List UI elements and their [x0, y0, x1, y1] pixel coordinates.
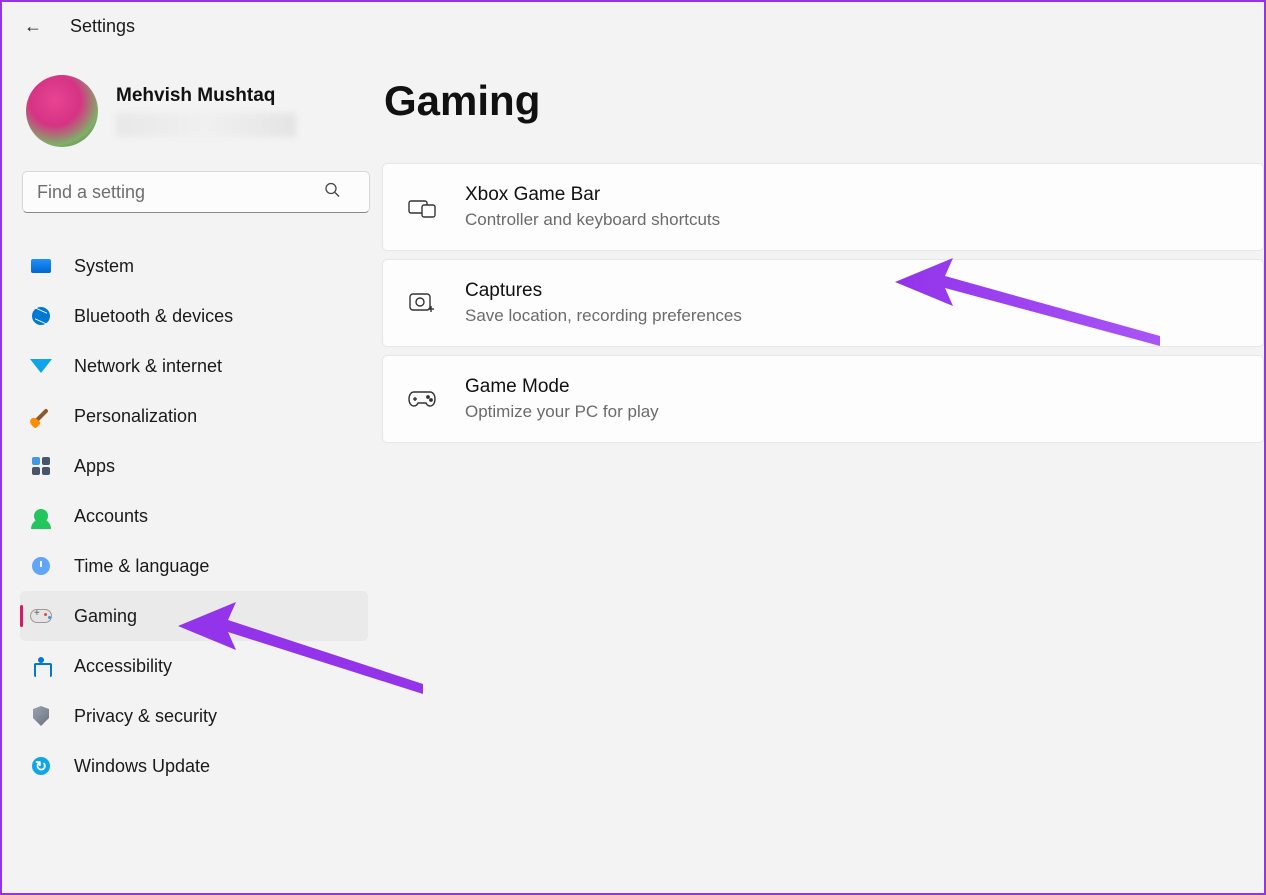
card-captures[interactable]: Captures Save location, recording prefer…	[382, 259, 1264, 347]
card-subtitle: Save location, recording preferences	[465, 306, 742, 326]
card-xbox-game-bar[interactable]: Xbox Game Bar Controller and keyboard sh…	[382, 163, 1264, 251]
sidebar-item-label: Apps	[74, 456, 115, 477]
system-icon	[30, 255, 52, 277]
back-arrow-icon[interactable]: ←	[24, 16, 42, 37]
person-icon	[30, 505, 52, 527]
sidebar-item-update[interactable]: Windows Update	[20, 741, 368, 791]
sidebar: Mehvish Mushtaq System Bluetooth & devic…	[2, 49, 382, 890]
update-icon	[30, 755, 52, 777]
search-input[interactable]	[22, 171, 370, 213]
settings-cards: Xbox Game Bar Controller and keyboard sh…	[382, 163, 1264, 443]
nav-list: System Bluetooth & devices Network & int…	[20, 241, 368, 791]
paintbrush-icon	[30, 405, 52, 427]
top-bar: ← Settings	[2, 2, 1264, 49]
xbox-game-bar-icon	[407, 192, 437, 222]
sidebar-item-label: Accounts	[74, 506, 148, 527]
search-wrap	[22, 171, 366, 213]
sidebar-item-label: Gaming	[74, 606, 137, 627]
app-title: Settings	[70, 16, 135, 37]
sidebar-item-system[interactable]: System	[20, 241, 368, 291]
sidebar-item-label: Privacy & security	[74, 706, 217, 727]
card-title: Xbox Game Bar	[465, 184, 720, 206]
card-subtitle: Controller and keyboard shortcuts	[465, 210, 720, 230]
sidebar-item-apps[interactable]: Apps	[20, 441, 368, 491]
user-account-row[interactable]: Mehvish Mushtaq	[20, 67, 368, 171]
wifi-icon	[30, 355, 52, 377]
sidebar-item-privacy[interactable]: Privacy & security	[20, 691, 368, 741]
accessibility-icon	[30, 655, 52, 677]
sidebar-item-label: Network & internet	[74, 356, 222, 377]
game-mode-icon	[407, 384, 437, 414]
sidebar-item-bluetooth[interactable]: Bluetooth & devices	[20, 291, 368, 341]
shield-icon	[30, 705, 52, 727]
avatar	[26, 75, 98, 147]
apps-icon	[30, 455, 52, 477]
sidebar-item-label: Accessibility	[74, 656, 172, 677]
captures-icon	[407, 288, 437, 318]
sidebar-item-accounts[interactable]: Accounts	[20, 491, 368, 541]
sidebar-item-label: Time & language	[74, 556, 209, 577]
bluetooth-icon	[30, 305, 52, 327]
sidebar-item-label: Personalization	[74, 406, 197, 427]
card-game-mode[interactable]: Game Mode Optimize your PC for play	[382, 355, 1264, 443]
main-content: Gaming Xbox Game Bar Controller and keyb…	[382, 49, 1264, 890]
clock-globe-icon	[30, 555, 52, 577]
sidebar-item-gaming[interactable]: Gaming	[20, 591, 368, 641]
sidebar-item-label: Bluetooth & devices	[74, 306, 233, 327]
user-name: Mehvish Mushtaq	[116, 85, 296, 107]
user-email-redacted	[116, 113, 296, 137]
gamepad-icon	[30, 605, 52, 627]
card-title: Captures	[465, 280, 742, 302]
sidebar-item-label: Windows Update	[74, 756, 210, 777]
card-subtitle: Optimize your PC for play	[465, 402, 659, 422]
card-title: Game Mode	[465, 376, 659, 398]
sidebar-item-accessibility[interactable]: Accessibility	[20, 641, 368, 691]
sidebar-item-label: System	[74, 256, 134, 277]
sidebar-item-network[interactable]: Network & internet	[20, 341, 368, 391]
page-title: Gaming	[382, 77, 1264, 125]
sidebar-item-personalization[interactable]: Personalization	[20, 391, 368, 441]
sidebar-item-time[interactable]: Time & language	[20, 541, 368, 591]
